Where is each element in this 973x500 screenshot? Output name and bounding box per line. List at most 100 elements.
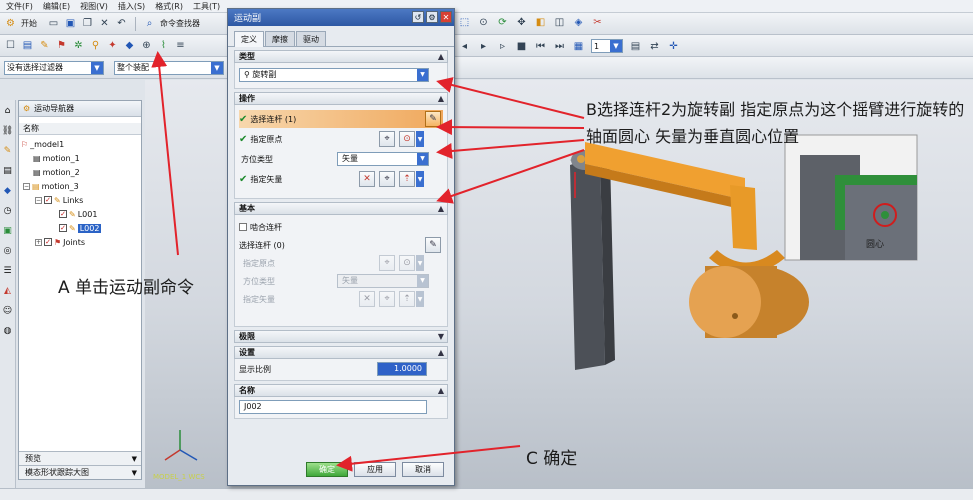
chevron-down-icon[interactable]: ▼ (211, 61, 223, 74)
save-icon[interactable]: ▣ (64, 17, 77, 30)
tab-definition[interactable]: 定义 (234, 31, 264, 47)
marker-icon[interactable]: ⊕ (140, 39, 153, 52)
expand-icon[interactable]: + (35, 238, 42, 246)
tree-item-motion-2[interactable]: ▤ motion_2 (19, 165, 141, 179)
forward-icon[interactable]: ⏭ (553, 40, 566, 53)
snap-icon[interactable]: ✛ (667, 40, 680, 53)
chevron-up-icon[interactable]: ▲ (438, 385, 444, 396)
fit-view-icon[interactable]: ⬚ (458, 16, 471, 29)
limits-section-header[interactable]: 极限 ▼ (234, 330, 448, 343)
history-list-icon[interactable]: ☰ (3, 266, 11, 276)
type-section-header[interactable]: 类型 ▲ (234, 50, 448, 63)
work-layer-select[interactable]: 1 ▼ (591, 39, 623, 53)
orient-type-select[interactable]: 矢量 ▼ (337, 152, 429, 166)
roles-icon[interactable]: ☺ (3, 306, 12, 316)
view-orient-icon[interactable]: ◈ (572, 16, 585, 29)
settings-section-header[interactable]: 设置 ▲ (234, 346, 448, 359)
zoom-icon[interactable]: ⊙ (477, 16, 490, 29)
rewind-icon[interactable]: ⏮ (534, 40, 547, 53)
motion-joint-command-icon[interactable]: ⚲ (89, 39, 102, 52)
display-scale-input[interactable]: 1.0000 (377, 362, 427, 376)
chevron-down-icon[interactable]: ▼ (132, 452, 137, 466)
layer-settings-icon[interactable]: ▤ (629, 40, 642, 53)
menu-edit[interactable]: 编辑(E) (43, 1, 70, 12)
chevron-down-icon[interactable]: ▼ (417, 153, 428, 165)
assembly-navigator-icon[interactable]: ⌂ (5, 106, 11, 116)
menu-view[interactable]: 视图(V) (80, 1, 108, 12)
system-materials-icon[interactable]: ▣ (3, 226, 12, 236)
base-section-header[interactable]: 基本 ▲ (234, 202, 448, 215)
driver-icon[interactable]: ✦ (106, 39, 119, 52)
tree-item-l001[interactable]: ✓ ✎ L001 (19, 207, 141, 221)
tree-item-l002[interactable]: ✓ ✎ L002 (19, 221, 141, 235)
graph-panel-header[interactable]: 模态形状跟踪大图 ▼ (19, 465, 141, 479)
tree-item-model[interactable]: ⚐ _model1 (19, 137, 141, 151)
chevron-up-icon[interactable]: ▲ (438, 347, 444, 358)
visibility-checkbox[interactable]: ✓ (44, 238, 52, 246)
visibility-checkbox[interactable]: ✓ (44, 196, 52, 204)
select-link-button[interactable]: ✎ (425, 111, 441, 127)
close-icon[interactable]: ✕ (98, 17, 111, 30)
tree-item-motion-3[interactable]: − ▤ motion_3 (19, 179, 141, 193)
history-icon[interactable]: ◷ (4, 206, 12, 216)
environment-icon[interactable]: ▤ (21, 39, 34, 52)
menu-format[interactable]: 格式(R) (155, 1, 183, 12)
chevron-down-icon[interactable]: ▼ (417, 69, 428, 81)
base-select-link-row[interactable]: 选择连杆 (0) ✎ (239, 236, 443, 254)
play-back-icon[interactable]: ◂ (458, 40, 471, 53)
snap-link-row[interactable]: 啮合连杆 (239, 218, 443, 236)
chevron-down-icon[interactable]: ▼ (416, 131, 424, 147)
menu-tools[interactable]: 工具(T) (193, 1, 220, 12)
collapse-icon[interactable]: − (35, 196, 42, 204)
snap-link-checkbox[interactable] (239, 223, 247, 231)
new-file-icon[interactable]: ▭ (47, 17, 60, 30)
joint-type-select[interactable]: ⚲ 旋转副 ▼ (239, 68, 429, 82)
reuse-library-icon[interactable]: ◆ (4, 186, 11, 196)
apply-button[interactable]: 应用 (354, 462, 396, 477)
chevron-up-icon[interactable]: ▲ (438, 51, 444, 62)
process-studio-icon[interactable]: ◭ (4, 286, 11, 296)
chevron-down-icon[interactable]: ▼ (91, 61, 103, 74)
start-button[interactable]: 开始 (21, 18, 37, 29)
chevron-down-icon[interactable]: ▼ (132, 466, 137, 480)
undo-icon[interactable]: ↶ (115, 17, 128, 30)
chevron-up-icon[interactable]: ▲ (438, 203, 444, 214)
tree-item-joints[interactable]: + ✓ ⚑ Joints (19, 235, 141, 249)
rotate-icon[interactable]: ⟳ (496, 16, 509, 29)
chevron-up-icon[interactable]: ▲ (438, 93, 444, 104)
reset-icon[interactable]: ↺ (412, 11, 424, 23)
type-filter-select[interactable]: 没有选择过滤器 ▼ (4, 60, 104, 75)
tab-friction[interactable]: 摩擦 (265, 31, 295, 46)
visibility-checkbox[interactable]: ✓ (59, 224, 67, 232)
selection-scope-select[interactable]: 整个装配 ▼ (114, 60, 224, 75)
section-icon[interactable]: ✂ (591, 16, 604, 29)
chevron-down-icon[interactable]: ▼ (610, 40, 622, 52)
palette-icon[interactable]: ◍ (4, 326, 12, 336)
part-navigator-icon[interactable]: ▤ (3, 166, 12, 176)
command-finder-icon[interactable]: ⌕ (143, 17, 156, 30)
preview-panel-header[interactable]: 预览 ▼ (19, 451, 141, 465)
tree-item-motion-1[interactable]: ▤ motion_1 (19, 151, 141, 165)
chevron-down-icon[interactable]: ▼ (416, 171, 424, 187)
name-section-header[interactable]: 名称 ▲ (234, 384, 448, 397)
link-icon[interactable]: ✎ (38, 39, 51, 52)
play-icon[interactable]: ▸ (477, 40, 490, 53)
move-to-layer-icon[interactable]: ⇄ (648, 40, 661, 53)
tree-item-links[interactable]: − ✓ ✎ Links (19, 193, 141, 207)
pan-icon[interactable]: ✥ (515, 16, 528, 29)
vector-inferred-button[interactable]: ⇡ (399, 171, 415, 187)
joint-icon[interactable]: ⚑ (55, 39, 68, 52)
gear-icon[interactable]: ✲ (72, 39, 85, 52)
point-dialog-button[interactable]: ⌖ (379, 131, 395, 147)
web-browser-icon[interactable]: ◎ (4, 246, 12, 256)
navigator-column-header[interactable]: 名称 (19, 123, 141, 135)
operation-section-header[interactable]: 操作 ▲ (234, 92, 448, 105)
cancel-button[interactable]: 取消 (402, 462, 444, 477)
select-link-row[interactable]: ✔ 选择连杆 (1) ✎ (239, 110, 443, 128)
menu-insert[interactable]: 插入(S) (118, 1, 145, 12)
constraint-navigator-icon[interactable]: ⛓ (2, 126, 13, 136)
shaded-icon[interactable]: ◧ (534, 16, 547, 29)
base-select-link-button[interactable]: ✎ (425, 237, 441, 253)
dialog-title-bar[interactable]: 运动副 ↺ ⚙ ✕ (228, 9, 454, 26)
command-finder-button[interactable]: 命令查找器 (160, 18, 200, 29)
